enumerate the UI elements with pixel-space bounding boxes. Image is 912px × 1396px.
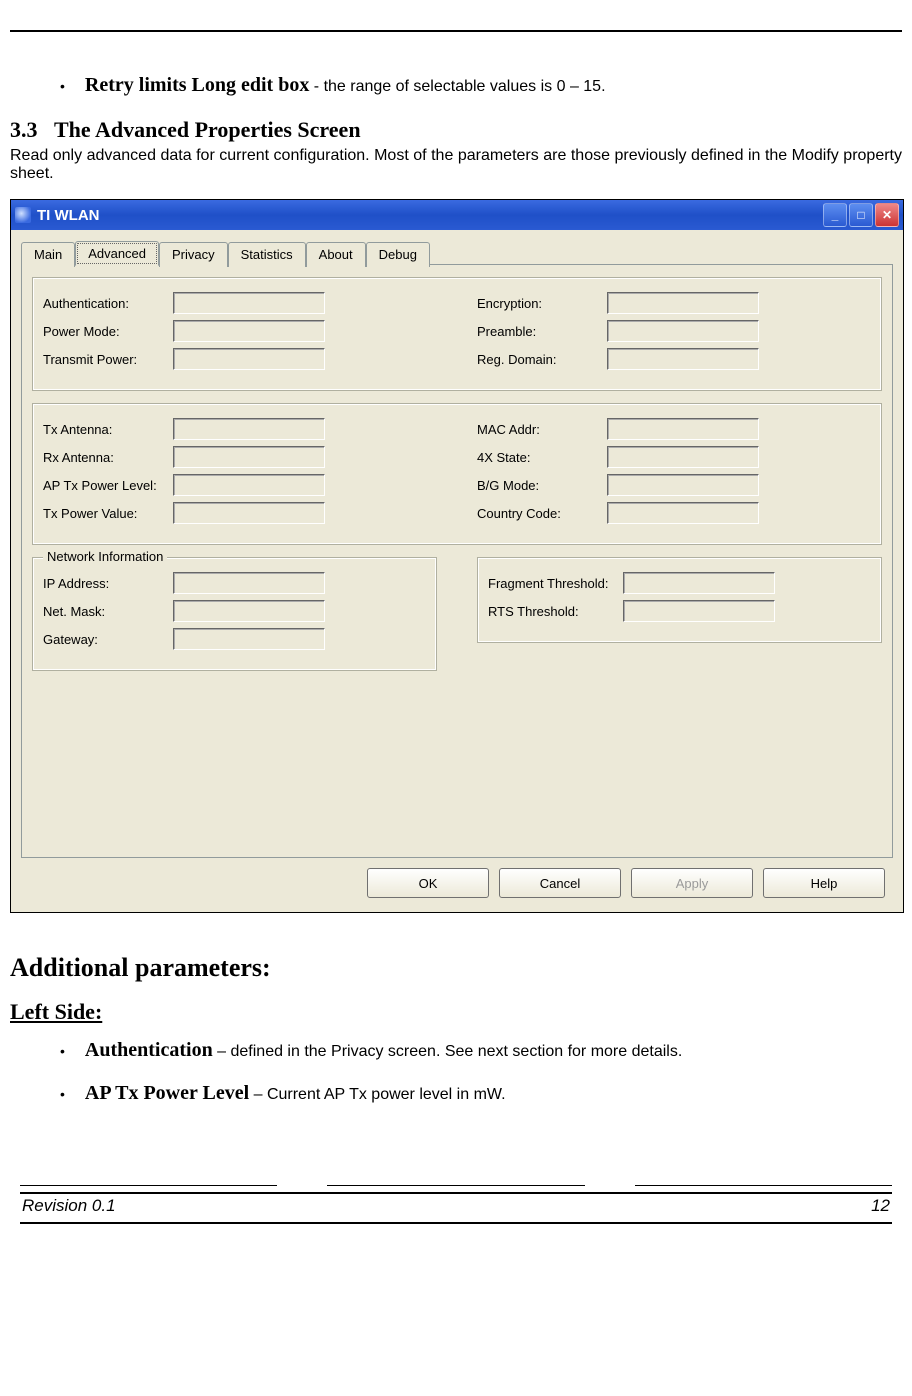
group-thresholds: Fragment Threshold: RTS Threshold: (477, 557, 882, 643)
tab-main[interactable]: Main (21, 242, 75, 267)
label-country-code: Country Code: (477, 506, 607, 521)
value-rts-threshold (623, 600, 775, 622)
label-preamble: Preamble: (477, 324, 607, 339)
app-icon (15, 207, 31, 223)
additional-parameters-heading: Additional parameters: (10, 953, 902, 983)
left-side-heading: Left Side: (10, 999, 902, 1025)
label-mac-addr: MAC Addr: (477, 422, 607, 437)
close-icon: ✕ (882, 208, 892, 222)
group-1: Authentication: Power Mode: Transmit Pow… (32, 277, 882, 391)
label-fragment-threshold: Fragment Threshold: (488, 576, 623, 591)
value-country-code (607, 502, 759, 524)
minimize-icon: _ (832, 208, 839, 222)
value-authentication (173, 292, 325, 314)
minimize-button[interactable]: _ (823, 203, 847, 227)
value-ap-tx-power-level (173, 474, 325, 496)
legend-network-info: Network Information (43, 549, 167, 564)
value-encryption (607, 292, 759, 314)
footer-revision: Revision 0.1 (22, 1196, 116, 1216)
authentication-bold: Authentication (85, 1039, 213, 1061)
tab-advanced[interactable]: Advanced (75, 241, 159, 266)
value-power-mode (173, 320, 325, 342)
tab-about[interactable]: About (306, 242, 366, 267)
bullet-ap-tx-power: • AP Tx Power Level – Current AP Tx powe… (60, 1082, 902, 1105)
titlebar: TI WLAN _ □ ✕ (11, 200, 903, 230)
top-rule (10, 30, 902, 34)
bullet-authentication: • Authentication – defined in the Privac… (60, 1039, 902, 1062)
value-ip-address (173, 572, 325, 594)
value-tx-power-value (173, 502, 325, 524)
bullet-dot-icon: • (60, 1086, 65, 1102)
label-ip-address: IP Address: (43, 576, 173, 591)
label-net-mask: Net. Mask: (43, 604, 173, 619)
bullet-dot-icon: • (60, 78, 65, 94)
section-number: 3.3 (10, 117, 38, 142)
label-rts-threshold: RTS Threshold: (488, 604, 623, 619)
authentication-rest: – defined in the Privacy screen. See nex… (213, 1043, 683, 1060)
ok-button[interactable]: OK (367, 868, 489, 898)
tab-statistics[interactable]: Statistics (228, 242, 306, 267)
value-preamble (607, 320, 759, 342)
property-sheet: Authentication: Power Mode: Transmit Pow… (21, 264, 893, 858)
label-tx-antenna: Tx Antenna: (43, 422, 173, 437)
value-mac-addr (607, 418, 759, 440)
dialog-window: TI WLAN _ □ ✕ Main Advanced Privacy Stat… (10, 199, 904, 913)
section-body: Read only advanced data for current conf… (10, 147, 902, 183)
label-transmit-power: Transmit Power: (43, 352, 173, 367)
group-network-info: Network Information IP Address: Net. Mas… (32, 557, 437, 671)
maximize-icon: □ (857, 208, 864, 222)
ap-tx-power-rest: – Current AP Tx power level in mW. (249, 1086, 505, 1103)
retry-limits-rest: - the range of selectable values is 0 – … (309, 78, 605, 95)
section-heading: 3.3 The Advanced Properties Screen (10, 117, 902, 143)
button-bar: OK Cancel Apply Help (21, 858, 893, 898)
label-bg-mode: B/G Mode: (477, 478, 607, 493)
maximize-button[interactable]: □ (849, 203, 873, 227)
ap-tx-power-bold: AP Tx Power Level (85, 1082, 249, 1104)
footer-page-number: 12 (871, 1196, 890, 1216)
group-2: Tx Antenna: Rx Antenna: AP Tx Power Leve… (32, 403, 882, 545)
tab-privacy[interactable]: Privacy (159, 242, 228, 267)
value-tx-antenna (173, 418, 325, 440)
value-transmit-power (173, 348, 325, 370)
value-4x-state (607, 446, 759, 468)
window-title: TI WLAN (37, 207, 823, 224)
cancel-button[interactable]: Cancel (499, 868, 621, 898)
footer-rule-bottom (20, 1222, 892, 1224)
tab-debug[interactable]: Debug (366, 242, 430, 267)
label-encryption: Encryption: (477, 296, 607, 311)
label-power-mode: Power Mode: (43, 324, 173, 339)
footer-dash-rule (20, 1185, 892, 1186)
label-4x-state: 4X State: (477, 450, 607, 465)
bullet-retry-limits: • Retry limits Long edit box - the range… (60, 74, 902, 97)
value-gateway (173, 628, 325, 650)
section-title: The Advanced Properties Screen (54, 117, 361, 142)
label-gateway: Gateway: (43, 632, 173, 647)
label-authentication: Authentication: (43, 296, 173, 311)
help-button[interactable]: Help (763, 868, 885, 898)
value-reg-domain (607, 348, 759, 370)
value-rx-antenna (173, 446, 325, 468)
value-net-mask (173, 600, 325, 622)
bullet-dot-icon: • (60, 1043, 65, 1059)
apply-button[interactable]: Apply (631, 868, 753, 898)
label-tx-power-value: Tx Power Value: (43, 506, 173, 521)
value-fragment-threshold (623, 572, 775, 594)
label-ap-tx-power-level: AP Tx Power Level: (43, 478, 173, 493)
label-reg-domain: Reg. Domain: (477, 352, 607, 367)
value-bg-mode (607, 474, 759, 496)
label-rx-antenna: Rx Antenna: (43, 450, 173, 465)
tab-strip: Main Advanced Privacy Statistics About D… (21, 240, 893, 265)
retry-limits-bold: Retry limits Long edit box (85, 74, 309, 96)
close-button[interactable]: ✕ (875, 203, 899, 227)
